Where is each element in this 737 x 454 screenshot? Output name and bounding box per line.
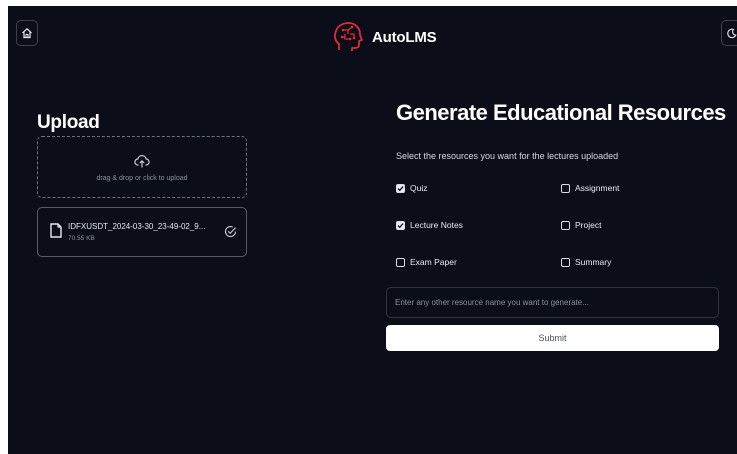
option-assignment[interactable]: Assignment [561, 183, 619, 193]
quiz-checkbox[interactable] [396, 183, 405, 193]
option-exam-paper[interactable]: Exam Paper [396, 257, 457, 267]
upload-title: Upload [37, 112, 100, 133]
brain-head-icon [334, 22, 363, 51]
option-label: Exam Paper [410, 257, 457, 267]
generate-subtitle: Select the resources you want for the le… [396, 151, 619, 161]
brand-name: AutoLMS [372, 28, 437, 46]
file-name: IDFXUSDT_2024-03-30_23-49-02_9... [68, 222, 206, 231]
option-project[interactable]: Project [561, 220, 601, 230]
option-label: Summary [575, 257, 612, 267]
app-window: AutoLMS Upload drag & drop or click to u… [8, 6, 737, 454]
option-lecture-notes[interactable]: Lecture Notes [396, 220, 463, 230]
generate-title: Generate Educational Resources [396, 100, 726, 125]
lecture-notes-checkbox[interactable] [396, 220, 405, 230]
option-label: Project [575, 220, 602, 230]
file-icon [50, 223, 62, 238]
exam-paper-checkbox[interactable] [396, 257, 405, 267]
assignment-checkbox[interactable] [561, 183, 570, 193]
upload-dropzone[interactable]: drag & drop or click to upload [37, 136, 247, 198]
option-quiz[interactable]: Quiz [396, 183, 427, 193]
home-button[interactable] [16, 20, 38, 46]
option-label: Assignment [575, 183, 620, 193]
cloud-upload-icon [134, 154, 150, 167]
home-icon [22, 27, 32, 39]
file-size: 70.55 KB [68, 235, 95, 242]
option-summary[interactable]: Summary [561, 257, 611, 267]
brand[interactable]: AutoLMS [330, 20, 437, 54]
dropzone-text: drag & drop or click to upload [96, 174, 188, 182]
option-label: Lecture Notes [410, 220, 463, 230]
check-circle-icon [225, 226, 237, 238]
project-checkbox[interactable] [561, 220, 570, 230]
other-resource-input[interactable] [386, 287, 719, 318]
summary-checkbox[interactable] [561, 257, 570, 267]
checkmark-icon [397, 185, 404, 191]
uploaded-file-card[interactable]: IDFXUSDT_2024-03-30_23-49-02_9... 70.55 … [37, 207, 247, 257]
submit-button[interactable]: Submit [386, 325, 719, 351]
moon-icon [726, 28, 737, 38]
checkmark-icon [397, 222, 404, 228]
option-label: Quiz [410, 183, 428, 193]
theme-toggle-button[interactable] [721, 20, 737, 46]
